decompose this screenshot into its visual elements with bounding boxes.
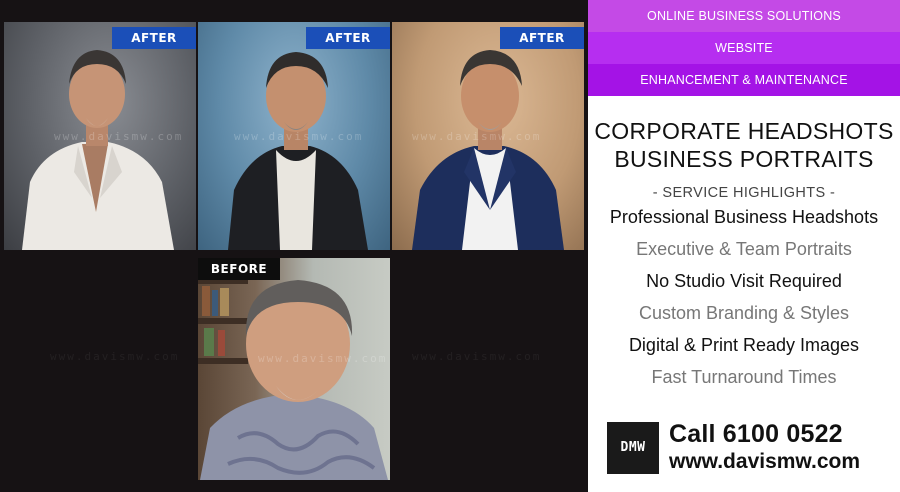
- service-item: Fast Turnaround Times: [651, 367, 837, 387]
- after-badge: AFTER: [306, 27, 390, 49]
- service-item: Professional Business Headshots: [609, 207, 879, 227]
- headline-business-portraits: BUSINESS PORTRAITS: [614, 146, 874, 172]
- service-item: Digital & Print Ready Images: [628, 335, 860, 355]
- phone-number[interactable]: Call 6100 0522: [669, 420, 843, 449]
- after-badge: AFTER: [500, 27, 584, 49]
- dmw-logo: DMW: [607, 422, 659, 474]
- ghost-watermark: www.davismw.com: [412, 350, 542, 363]
- band-online-business: ONLINE BUSINESS SOLUTIONS: [588, 0, 900, 32]
- contact-block: DMW Call 6100 0522 www.davismw.com: [607, 420, 897, 476]
- service-highlights-heading: - SERVICE HIGHLIGHTS -: [652, 185, 836, 201]
- service-item: No Studio Visit Required: [646, 271, 842, 291]
- after-photo-white-jacket: AFTER www.davismw.com: [4, 22, 196, 250]
- watermark: www.davismw.com: [54, 130, 184, 143]
- service-item: Executive & Team Portraits: [636, 239, 852, 259]
- headline-corporate-headshots: CORPORATE HEADSHOTS: [594, 118, 894, 144]
- service-panel: ONLINE BUSINESS SOLUTIONS WEBSITE ENHANC…: [588, 0, 900, 492]
- watermark: www.davismw.com: [234, 130, 364, 143]
- after-badge: AFTER: [112, 27, 196, 49]
- watermark: www.davismw.com: [258, 352, 388, 365]
- band-enhancement: ENHANCEMENT & MAINTENANCE: [588, 64, 900, 96]
- after-photo-navy-suit: AFTER www.davismw.com: [392, 22, 584, 250]
- service-item: Custom Branding & Styles: [638, 303, 850, 323]
- portrait-gallery: AFTER www.davismw.com AFTER www.davismw.…: [0, 0, 588, 492]
- before-photo: BEFORE www.davismw.com: [198, 258, 390, 480]
- before-badge: BEFORE: [198, 258, 280, 280]
- ghost-watermark: www.davismw.com: [50, 350, 180, 363]
- band-website: WEBSITE: [588, 32, 900, 64]
- after-photo-dark-blazer: AFTER www.davismw.com: [198, 22, 390, 250]
- website-link[interactable]: www.davismw.com: [669, 450, 860, 474]
- watermark: www.davismw.com: [412, 130, 542, 143]
- service-list: Professional Business Headshots Executiv…: [588, 201, 900, 393]
